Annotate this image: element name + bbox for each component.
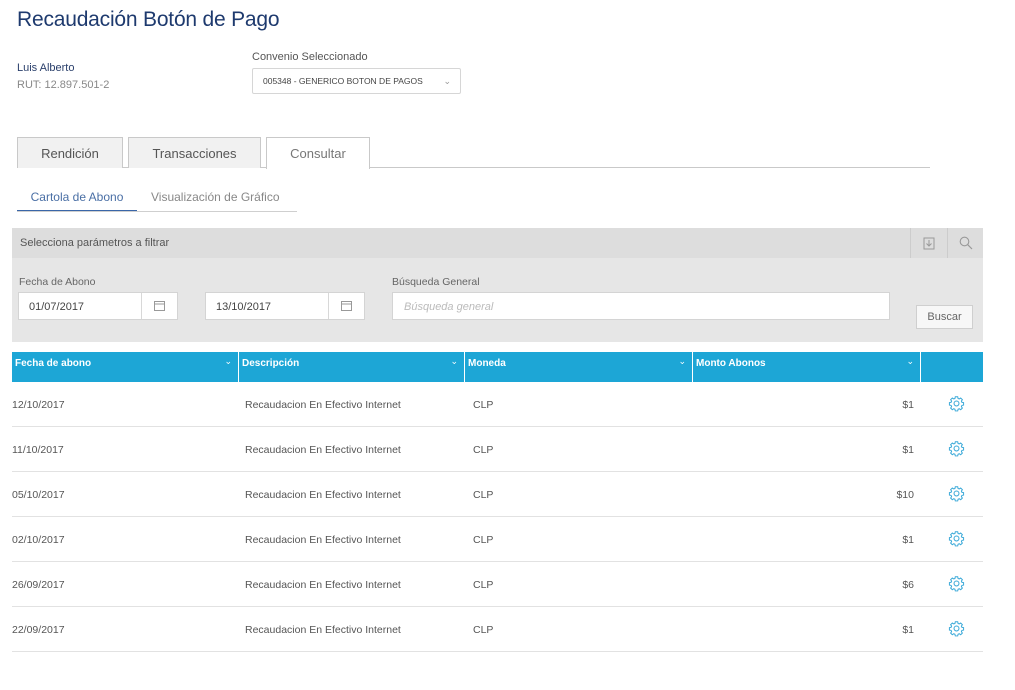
- cell-moneda: CLP: [473, 489, 494, 501]
- cell-monto: $10: [896, 489, 914, 501]
- cell-descripcion: Recaudacion En Efectivo Internet: [245, 534, 401, 546]
- gear-icon[interactable]: [948, 440, 965, 457]
- convenio-label: Convenio Seleccionado: [252, 51, 368, 63]
- busqueda-general-label: Búsqueda General: [392, 276, 480, 288]
- chevron-down-icon: ⌄: [450, 356, 458, 366]
- date-from-field[interactable]: 01/07/2017: [18, 292, 178, 320]
- cell-descripcion: Recaudacion En Efectivo Internet: [245, 489, 401, 501]
- user-name: Luis Alberto: [17, 62, 75, 74]
- convenio-value: 005348 - GENERICO BOTON DE PAGOS: [263, 76, 423, 86]
- tab-rendicion[interactable]: Rendición: [17, 137, 123, 168]
- table-row[interactable]: 11/10/2017 Recaudacion En Efectivo Intern…: [12, 427, 983, 472]
- cell-monto: $1: [902, 444, 914, 456]
- cell-monto: $1: [902, 534, 914, 546]
- cell-monto: $6: [902, 579, 914, 591]
- download-icon[interactable]: [910, 228, 946, 258]
- table-row[interactable]: 05/10/2017 Recaudacion En Efectivo Intern…: [12, 472, 983, 517]
- cell-monto: $1: [902, 624, 914, 636]
- cell-fecha: 05/10/2017: [12, 489, 65, 501]
- table-row[interactable]: 02/10/2017 Recaudacion En Efectivo Intern…: [12, 517, 983, 562]
- cell-fecha: 12/10/2017: [12, 399, 65, 411]
- cell-monto: $1: [902, 399, 914, 411]
- cell-fecha: 22/09/2017: [12, 624, 65, 636]
- table-header: Fecha de abono ⌄ Descripción ⌄ Moneda ⌄ Mon…: [12, 352, 983, 382]
- cell-moneda: CLP: [473, 624, 494, 636]
- column-header-monto[interactable]: Monto Abonos ⌄: [693, 352, 921, 382]
- cell-fecha: 26/09/2017: [12, 579, 65, 591]
- tab-consultar[interactable]: Consultar: [266, 137, 370, 169]
- cell-moneda: CLP: [473, 444, 494, 456]
- filter-header-text: Selecciona parámetros a filtrar: [20, 237, 170, 249]
- buscar-button[interactable]: Buscar: [916, 305, 973, 329]
- chevron-down-icon: ⌄: [678, 356, 686, 366]
- gear-icon[interactable]: [948, 485, 965, 502]
- user-rut: RUT: 12.897.501-2: [17, 79, 110, 91]
- date-to-value: 13/10/2017: [216, 301, 272, 313]
- cell-moneda: CLP: [473, 534, 494, 546]
- subtab-visualizacion-de-grafico[interactable]: Visualización de Gráfico: [151, 186, 280, 212]
- fecha-abono-label: Fecha de Abono: [19, 276, 96, 288]
- table-row[interactable]: 12/10/2017 Recaudacion En Efectivo Intern…: [12, 382, 983, 427]
- cell-fecha: 11/10/2017: [12, 444, 64, 456]
- filter-header: Selecciona parámetros a filtrar: [12, 228, 983, 258]
- search-icon[interactable]: [947, 228, 983, 258]
- chevron-down-icon: ⌄: [443, 76, 451, 86]
- column-header-fecha[interactable]: Fecha de abono ⌄: [12, 352, 239, 382]
- gear-icon[interactable]: [948, 530, 965, 547]
- table-row[interactable]: 22/09/2017 Recaudacion En Efectivo Intern…: [12, 607, 983, 652]
- subtabs-divider: [17, 211, 297, 212]
- convenio-selector: Convenio Seleccionado 005348 - GENERICO …: [252, 51, 461, 94]
- column-header-moneda[interactable]: Moneda ⌄: [465, 352, 693, 382]
- gear-icon[interactable]: [948, 620, 965, 637]
- table-row[interactable]: 26/09/2017 Recaudacion En Efectivo Intern…: [12, 562, 983, 607]
- cell-descripcion: Recaudacion En Efectivo Internet: [245, 444, 401, 456]
- cell-fecha: 02/10/2017: [12, 534, 65, 546]
- gear-icon[interactable]: [948, 575, 965, 592]
- calendar-icon[interactable]: [328, 293, 364, 319]
- results-table: Fecha de abono ⌄ Descripción ⌄ Moneda ⌄ Mon…: [12, 352, 983, 652]
- sub-tabs: Cartola de Abono Visualización de Gráfic…: [17, 186, 297, 212]
- gear-icon[interactable]: [948, 395, 965, 412]
- calendar-icon[interactable]: [141, 293, 177, 319]
- filter-panel: Selecciona parámetros a filtrar Fecha de…: [12, 228, 983, 342]
- cell-descripcion: Recaudacion En Efectivo Internet: [245, 579, 401, 591]
- convenio-select[interactable]: 005348 - GENERICO BOTON DE PAGOS ⌄: [252, 68, 461, 94]
- table-body: 12/10/2017 Recaudacion En Efectivo Intern…: [12, 382, 983, 652]
- date-from-value: 01/07/2017: [29, 301, 85, 313]
- date-to-field[interactable]: 13/10/2017: [205, 292, 365, 320]
- tab-transacciones[interactable]: Transacciones: [128, 137, 261, 168]
- user-info: Luis Alberto RUT: 12.897.501-2: [17, 60, 109, 94]
- cell-descripcion: Recaudacion En Efectivo Internet: [245, 624, 401, 636]
- cell-descripcion: Recaudacion En Efectivo Internet: [245, 399, 401, 411]
- subtab-cartola-de-abono[interactable]: Cartola de Abono: [17, 186, 137, 212]
- page-title: Recaudación Botón de Pago: [17, 8, 280, 31]
- column-header-descripcion[interactable]: Descripción ⌄: [239, 352, 465, 382]
- main-tabs: Rendición Transacciones Consultar: [17, 137, 930, 169]
- chevron-down-icon: ⌄: [224, 356, 232, 366]
- cell-moneda: CLP: [473, 579, 494, 591]
- chevron-down-icon: ⌄: [906, 356, 914, 366]
- search-input[interactable]: Búsqueda general: [392, 292, 890, 320]
- cell-moneda: CLP: [473, 399, 494, 411]
